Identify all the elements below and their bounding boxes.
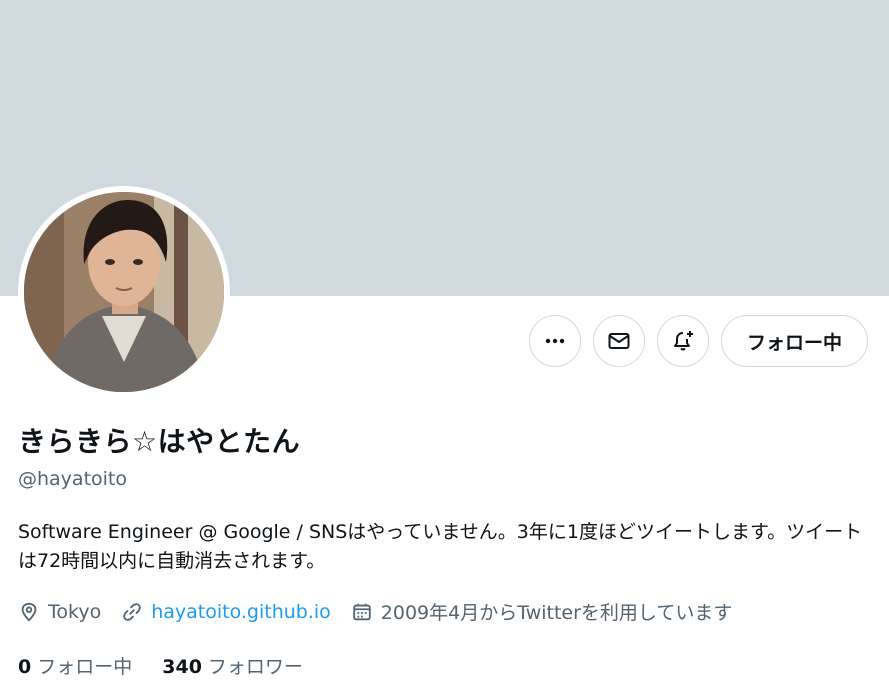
location-item: Tokyo — [18, 601, 101, 623]
followers-stat[interactable]: 340 フォロワー — [162, 652, 303, 679]
following-label: フォロー中 — [37, 656, 133, 678]
avatar-photo — [24, 192, 224, 392]
followers-label: フォロワー — [207, 656, 303, 678]
joined-item: 2009年4月からTwitterを利用しています — [351, 598, 733, 625]
message-button[interactable] — [592, 315, 645, 367]
profile-meta: Tokyo hayatoito.github.io 2009年4月からTwitt… — [18, 598, 752, 625]
user-handle: @hayatoito — [18, 468, 127, 490]
following-count: 0 — [18, 656, 32, 678]
display-name: きらきら☆はやとたん — [18, 425, 301, 458]
more-button[interactable] — [528, 315, 581, 367]
follow-stats: 0 フォロー中 340 フォロワー — [18, 652, 333, 679]
bell-plus-icon — [673, 331, 693, 351]
avatar-ring — [18, 186, 230, 398]
location-pin-icon — [21, 602, 37, 622]
profile-bio: Software Engineer @ Google / SNSはやっていません… — [18, 521, 863, 572]
joined-text: 2009年4月からTwitterを利用しています — [380, 602, 733, 624]
envelope-icon — [608, 333, 630, 349]
more-icon — [545, 338, 565, 344]
notify-button[interactable] — [656, 315, 709, 367]
website-link[interactable]: hayatoito.github.io — [151, 601, 331, 623]
profile-actions: フォロー中 — [528, 315, 868, 367]
avatar[interactable] — [24, 192, 224, 392]
calendar-icon — [353, 603, 371, 620]
website-item: hayatoito.github.io — [121, 601, 331, 623]
location-text: Tokyo — [48, 600, 102, 623]
link-icon — [123, 602, 141, 621]
following-button[interactable]: フォロー中 — [720, 315, 868, 367]
followers-count: 340 — [162, 656, 202, 678]
following-stat[interactable]: 0 フォロー中 — [18, 652, 132, 679]
